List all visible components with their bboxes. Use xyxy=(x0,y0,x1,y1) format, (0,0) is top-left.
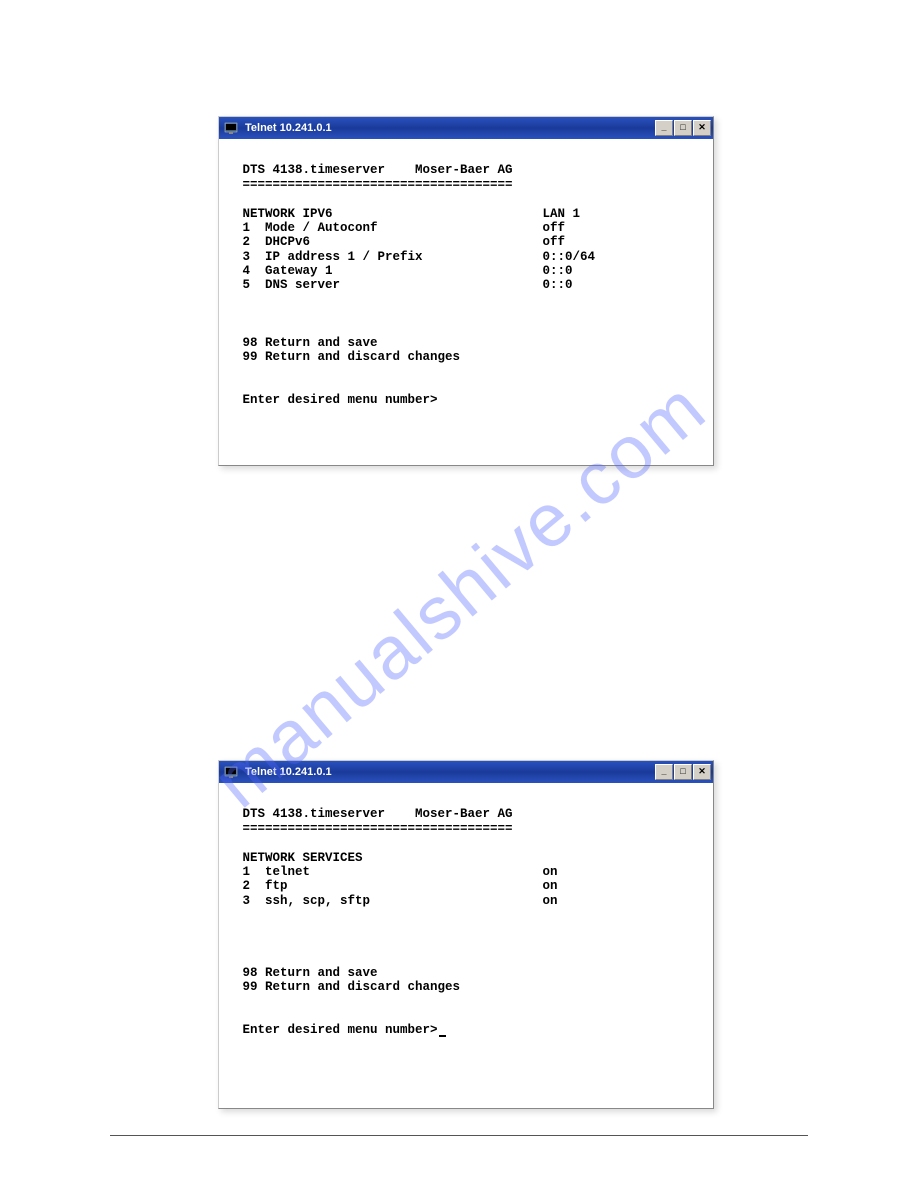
app-header: DTS 4138.timeserver Moser-Baer AG xyxy=(235,807,513,821)
menu-item-1: 1 Mode / Autoconf off xyxy=(235,221,565,235)
menu-item-2: 2 DHCPv6 off xyxy=(235,235,565,249)
prompt: Enter desired menu number> xyxy=(235,393,438,407)
menu-item-3: 3 ssh, scp, sftp on xyxy=(235,894,558,908)
minimize-button[interactable]: _ xyxy=(655,120,673,136)
menu-item-3: 3 IP address 1 / Prefix 0::0/64 xyxy=(235,250,595,264)
titlebar[interactable]: Telnet 10.241.0.1 _ □ ✕ xyxy=(219,761,713,783)
titlebar[interactable]: Telnet 10.241.0.1 _ □ ✕ xyxy=(219,117,713,139)
maximize-button[interactable]: □ xyxy=(674,764,692,780)
menu-item-4: 4 Gateway 1 0::0 xyxy=(235,264,573,278)
telnet-window-ipv6: Telnet 10.241.0.1 _ □ ✕ DTS 4138.timeser… xyxy=(218,116,714,466)
divider-line: ==================================== xyxy=(235,178,513,192)
telnet-window-services: Telnet 10.241.0.1 _ □ ✕ DTS 4138.timeser… xyxy=(218,760,714,1109)
menu-item-98: 98 Return and save xyxy=(235,336,378,350)
minimize-button[interactable]: _ xyxy=(655,764,673,780)
close-button[interactable]: ✕ xyxy=(693,120,711,136)
menu-item-98: 98 Return and save xyxy=(235,966,378,980)
window-controls: _ □ ✕ xyxy=(655,120,711,136)
menu-item-5: 5 DNS server 0::0 xyxy=(235,278,573,292)
footer-divider xyxy=(110,1135,808,1136)
menu-item-1: 1 telnet on xyxy=(235,865,558,879)
cursor-icon xyxy=(439,1035,446,1037)
close-button[interactable]: ✕ xyxy=(693,764,711,780)
section-title: NETWORK IPV6 LAN 1 xyxy=(235,207,580,221)
window-title: Telnet 10.241.0.1 xyxy=(243,766,655,778)
section-title: NETWORK SERVICES xyxy=(235,851,363,865)
maximize-button[interactable]: □ xyxy=(674,120,692,136)
window-controls: _ □ ✕ xyxy=(655,764,711,780)
app-icon xyxy=(223,764,239,780)
menu-item-99: 99 Return and discard changes xyxy=(235,350,460,364)
menu-item-99: 99 Return and discard changes xyxy=(235,980,460,994)
divider-line: ==================================== xyxy=(235,822,513,836)
app-icon xyxy=(223,120,239,136)
terminal-content[interactable]: DTS 4138.timeserver Moser-Baer AG ======… xyxy=(219,139,713,465)
window-title: Telnet 10.241.0.1 xyxy=(243,122,655,134)
menu-item-2: 2 ftp on xyxy=(235,879,558,893)
prompt: Enter desired menu number> xyxy=(235,1023,438,1037)
app-header: DTS 4138.timeserver Moser-Baer AG xyxy=(235,163,513,177)
terminal-content[interactable]: DTS 4138.timeserver Moser-Baer AG ======… xyxy=(219,783,713,1108)
